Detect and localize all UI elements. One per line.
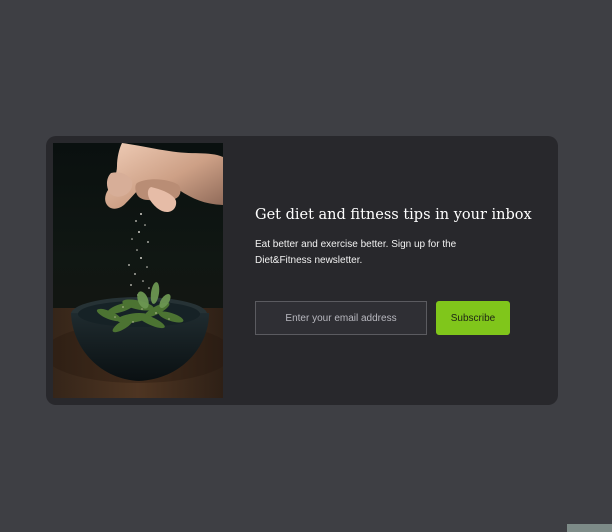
salad-bowl-photo-icon xyxy=(53,143,223,398)
newsletter-headline: Get diet and fitness tips in your inbox xyxy=(255,207,532,223)
newsletter-signup-form: Subscribe xyxy=(255,301,510,335)
newsletter-content: Get diet and fitness tips in your inbox … xyxy=(255,207,535,269)
page: Get diet and fitness tips in your inbox … xyxy=(0,0,612,532)
email-input[interactable] xyxy=(255,301,427,335)
newsletter-card: Get diet and fitness tips in your inbox … xyxy=(46,136,558,405)
subscribe-button[interactable]: Subscribe xyxy=(436,301,510,335)
newsletter-description: Eat better and exercise better. Sign up … xyxy=(255,239,457,267)
corner-block xyxy=(567,524,612,532)
salad-bowl-illustration-icon xyxy=(53,143,223,398)
